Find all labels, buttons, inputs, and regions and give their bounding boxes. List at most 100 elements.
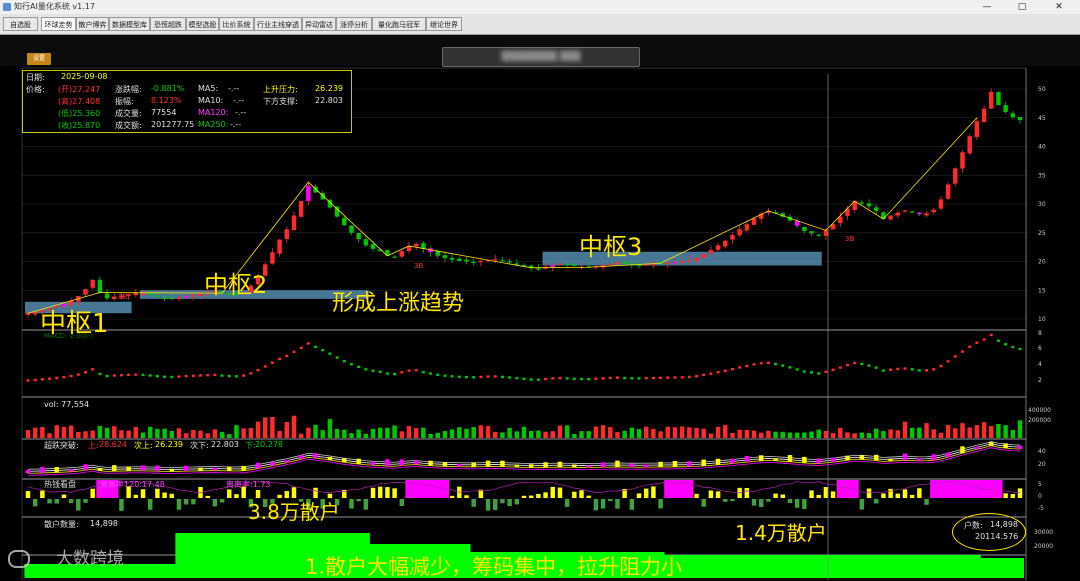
holder-count-bar [793,555,802,578]
breakout-bar [83,464,88,471]
tab-model-picker[interactable]: 模型选股 [186,17,219,31]
tab-quant-champion[interactable]: 量化跑马冠军 [372,17,426,31]
hot-money-bar [557,487,563,498]
stock-chart[interactable]: 5045403530252015108642400000200000402050… [0,66,1080,580]
holder-count-bar [800,555,809,578]
breakout-bar [643,464,649,468]
hot-money-bar [859,499,865,510]
hot-money-bar [543,492,548,498]
tab-price-compare[interactable]: 比价系统 [219,17,254,31]
hot-money-bar [836,480,845,498]
hot-money-bar [449,495,455,498]
tab-global-trend[interactable]: 环球走势 [41,17,76,31]
candle-body [960,152,965,169]
tab-watchlist[interactable]: 自选股 [3,17,38,31]
hot-money-bar [593,499,599,511]
breakout-bar [989,442,994,446]
ma250-label: MA250: [198,120,229,129]
volume-bar [1003,425,1008,438]
holder-count-bar [836,555,845,578]
hot-money-bar [399,499,405,507]
oscillator-point [486,375,490,378]
ma250-value: -.-- [230,120,242,129]
tab-sector-mainline[interactable]: 行业主线穿透 [254,17,302,31]
oscillator-point [687,375,691,379]
oscillator-point [536,378,540,381]
volume-bar [579,431,584,438]
hot-money-bar [83,499,88,503]
tab-retail-game[interactable]: 散户博弈 [76,17,109,31]
candle-body [615,262,620,265]
volume-bar [694,427,699,438]
volume-bar [413,428,419,438]
hot-money-bar [133,494,139,498]
holder-tick-label: 20000 [1034,543,1053,550]
candle-body [291,215,297,231]
holder-count-bar [887,555,895,578]
oscillator-point [853,361,857,365]
breakout-next-up-label: 次上: [134,441,153,450]
volume-bar [406,426,412,438]
hot-money-bar [205,495,210,498]
oscillator-point [889,368,893,371]
volume-bar [931,429,936,438]
oscillator-point [263,365,267,368]
holder-tick-label: 30000 [1034,529,1053,536]
volume-bar [485,425,491,438]
breakout-bar [356,458,361,464]
holder-count-bar [1002,558,1010,578]
oscillator-point [299,346,303,349]
tab-anomaly-radar[interactable]: 异动雷达 [302,17,336,31]
minimize-button[interactable]: — [970,0,1004,14]
tab-limit-up[interactable]: 涨停分析 [336,17,372,31]
breakout-bar [241,465,246,471]
holder-count-bar [714,555,723,578]
oscillator-point [745,364,749,368]
oscillator-point [119,373,123,377]
oscillator-point [385,372,389,375]
hot-money-bar [191,499,196,505]
candle-body [112,296,117,300]
tab-model-library[interactable]: 数据模型库 [109,17,150,31]
volume-bar [399,431,405,438]
candle-body [147,292,153,295]
candle-body [356,232,361,240]
volume-bar [881,431,886,438]
volume-bar [270,416,275,438]
volume-bar [97,425,103,438]
breakout-tick-label: 40 [1038,448,1046,455]
holder-count-bar [125,564,133,578]
oscillator-point [256,368,260,372]
volume-bar [205,433,210,438]
volume-bar [421,427,426,438]
tab-theory-world[interactable]: 继论世界 [426,17,462,31]
oscillator-point [242,374,246,377]
volume-bar [895,430,901,438]
volume-bar [816,429,821,438]
volume-bar [112,426,117,438]
oscillator-point [464,375,468,379]
volume-bar [615,432,620,438]
breakout-bar [787,455,793,462]
settings-button[interactable]: 设置 [27,53,51,65]
tab-panic-oversold[interactable]: 恐慌超跌 [150,17,186,31]
volume-bar [140,432,146,438]
candle-body [557,263,563,265]
oscillator-point [213,373,217,377]
hot-money-bar [629,499,635,510]
volume-bar [629,427,635,438]
hot-money-bar [1017,488,1023,498]
breakout-bar [284,460,290,463]
hot-money-bar [54,499,59,504]
holder-count-bar [915,555,924,578]
oscillator-point [946,360,950,363]
maximize-button[interactable]: ▢ [1005,0,1039,14]
breakout-bar [97,468,103,471]
oscillator-point [493,375,497,378]
oscillator-point [98,372,102,376]
oscillator-point [400,371,404,374]
hot-money-tick-label: 0 [1038,493,1042,500]
close-button[interactable]: ✕ [1042,0,1076,14]
candle-body [25,313,31,315]
hot-money-bar [823,487,829,498]
